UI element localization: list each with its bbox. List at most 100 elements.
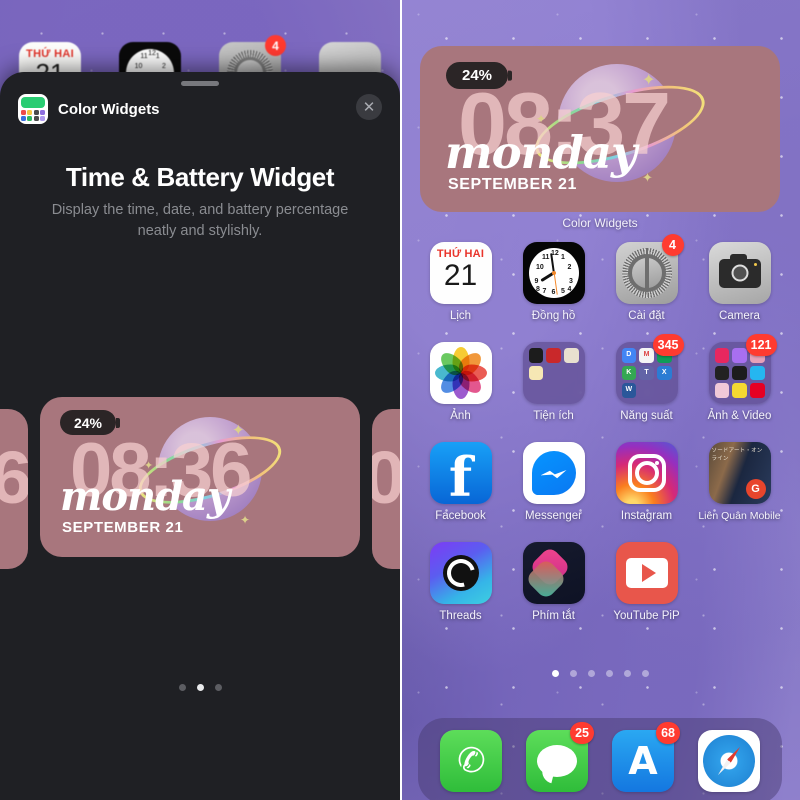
camera-icon[interactable] [708,242,771,304]
app-label: Camera [719,310,760,322]
app-label: Facebook [435,510,486,522]
screenshot-root: THỨ HAI 21 12 11 1 10 2 4 [0,0,800,800]
app-dong-ho[interactable]: 12 11 1 10 2 9 3 8 4 7 5 6 Đồng hồ [507,242,600,342]
app-facebook[interactable]: f Facebook [414,442,507,542]
carousel-card-previous[interactable]: 6 [0,409,28,569]
folder-mini-grid [528,348,579,398]
sparkle-icon: ✦ [642,170,653,185]
app-label: Ảnh [450,410,471,422]
left-panel-widget-gallery: THỨ HAI 21 12 11 1 10 2 4 [0,0,400,800]
panel-divider [400,0,402,800]
clock-center-pin [551,271,556,275]
battery-badge: 24% [60,410,116,435]
app-label: Threads [439,610,482,622]
widget-weekday: monday [445,126,637,179]
widget-weekday: monday [60,473,230,520]
camera-lens [731,264,748,282]
app-label: Liên Quân Mobile [698,510,781,522]
carousel-card-next[interactable]: 0 [372,409,400,569]
badge-count: 121 [745,334,777,356]
page-dot[interactable] [214,684,222,691]
app-threads[interactable]: Threads [414,542,507,642]
page-dot-active[interactable] [551,670,559,677]
app-anh[interactable]: Ảnh [414,342,507,442]
safari-icon[interactable] [698,730,760,792]
sheet-app-name: Color Widgets [58,100,160,118]
battery-badge: 24% [446,62,508,89]
folder-icon[interactable]: D M S K T X W 345 [615,334,684,404]
sheet-header: Color Widgets ✕ [0,94,400,124]
widget-preview-card[interactable]: 08:36 24% monday SEPTEMBER 21 ✦ ✦ ✦ [40,397,360,557]
folder-nang-suat[interactable]: D M S K T X W 345 Năng suất [600,334,693,442]
sheet-grabber-handle[interactable] [181,81,219,86]
home-page-dots[interactable] [400,670,800,677]
calendar-day-number: 21 [443,259,478,292]
sparkle-icon: ✦ [232,422,245,439]
calendar-icon[interactable]: THỨ HAI 21 [429,242,492,304]
widget-caption: Color Widgets [562,216,638,230]
page-dot[interactable] [605,670,613,677]
messenger-icon[interactable] [522,442,585,504]
widget-headline: Time & Battery Widget [65,162,335,192]
icon-row: f Facebook Messenger Instagram ソードアート・オン… [414,442,786,542]
app-label: Năng suất [620,410,673,422]
threads-icon[interactable] [429,542,492,604]
page-dot[interactable] [178,684,186,691]
app-lien-quan-mobile[interactable]: ソードアート・オンライン G Liên Quân Mobile [693,442,786,542]
widget-description: Display the time, date, and battery perc… [51,202,349,239]
icon-row: Threads Phím tắt YouTube PiP [414,542,786,642]
camera-body [718,253,761,288]
app-instagram[interactable]: Instagram [600,442,693,542]
app-label: Đồng hồ [531,310,576,322]
app-icon-green-bar [21,97,45,108]
sparkle-icon: ✦ [642,72,656,89]
close-icon[interactable]: ✕ [356,94,382,120]
app-camera[interactable]: Camera [693,242,786,342]
folder-tien-ich[interactable]: Tiện ích [507,342,600,442]
badge-count: 4 [661,234,684,256]
game-icon[interactable]: ソードアート・オンライン G [708,442,771,504]
badge-count: 25 [570,722,594,744]
youtube-icon[interactable] [615,542,678,604]
sheet-page-dots[interactable] [0,684,400,691]
shortcuts-icon[interactable] [522,542,585,604]
instagram-icon[interactable] [615,442,678,504]
app-label: Phím tắt [532,610,575,622]
app-label: Messenger [525,510,582,522]
empty-cell [693,542,786,642]
page-dot[interactable] [623,670,631,677]
app-label: Instagram [620,510,673,522]
widget-date: SEPTEMBER 21 [448,176,578,193]
color-widgets-widget[interactable]: 08:37 24% monday SEPTEMBER 21 ✦ ✦ ✦ [420,46,780,212]
folder-icon[interactable] [522,342,585,404]
home-dock: ✆ 25 A 68 [418,718,782,800]
photos-icon[interactable] [429,342,492,404]
page-dot-active[interactable] [196,684,204,691]
phone-icon[interactable]: ✆ [440,730,502,792]
app-lich[interactable]: THỨ HAI 21 Lịch [414,242,507,342]
settings-gear-icon[interactable]: 4 [615,234,684,304]
page-dot[interactable] [641,670,649,677]
app-store-icon[interactable]: A 68 [612,722,680,792]
app-label: Cài đặt [628,310,665,322]
widget-carousel[interactable]: 6 0 08:36 24% monday SEPTEMBER 21 ✦ ✦ ✦ [0,397,400,627]
app-phim-tat[interactable]: Phím tắt [507,542,600,642]
app-cai-dat[interactable]: 4 Cài đặt [600,234,693,342]
facebook-icon[interactable]: f [429,442,492,504]
app-messenger[interactable]: Messenger [507,442,600,542]
page-dot[interactable] [587,670,595,677]
sparkle-icon: ✦ [240,513,251,527]
folder-icon[interactable]: 121 [708,334,777,404]
badge-count: 68 [656,722,680,744]
sparkle-icon: ✦ [144,460,154,472]
home-screen-widget[interactable]: 08:37 24% monday SEPTEMBER 21 ✦ ✦ ✦ [420,46,780,212]
calendar-weekday: THỨ HAI [436,248,485,260]
garena-logo-icon: G [745,479,766,499]
home-icon-grid: THỨ HAI 21 Lịch 12 11 1 10 2 9 3 8 4 7 5… [414,234,786,642]
messages-icon[interactable]: 25 [526,722,594,792]
clock-icon[interactable]: 12 11 1 10 2 9 3 8 4 7 5 6 [522,242,585,304]
right-panel-home-screen: 08:37 24% monday SEPTEMBER 21 ✦ ✦ ✦ Colo… [400,0,800,800]
page-dot[interactable] [569,670,577,677]
app-youtube-pip[interactable]: YouTube PiP [600,542,693,642]
folder-anh-video[interactable]: 121 Ảnh & Video [693,334,786,442]
